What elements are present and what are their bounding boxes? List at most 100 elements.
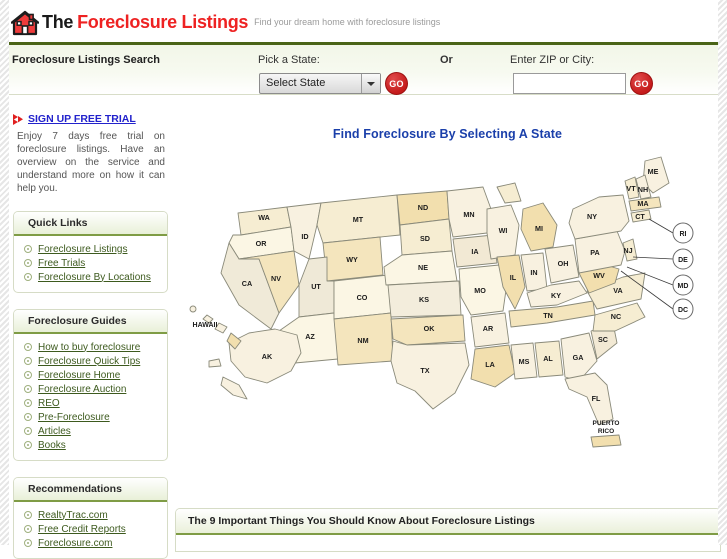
sidebar-item-foreclosure-listings[interactable]: Foreclosure Listings xyxy=(14,242,167,256)
label-NM: NM xyxy=(357,336,368,345)
sidebar-item-foreclosure-home[interactable]: Foreclosure Home xyxy=(14,368,167,382)
us-map[interactable]: WA OR CA NV ID MT WY UT AZ CO NM ND SD N… xyxy=(175,147,720,457)
label-TX: TX xyxy=(420,366,429,375)
zip-go-button[interactable]: GO xyxy=(630,72,653,95)
sidebar-link-label: Free Trials xyxy=(38,257,86,269)
circle-bullet-icon xyxy=(24,259,32,267)
sidebar-link-label: Articles xyxy=(38,425,71,437)
panel-quick-links: Quick Links Foreclosure Listings Free Tr… xyxy=(13,211,168,293)
label-VT: VT xyxy=(626,184,636,193)
zip-input[interactable] xyxy=(513,73,626,94)
label-RI: RI xyxy=(680,231,687,238)
brand-tagline: Find your dream home with foreclosure li… xyxy=(254,16,441,27)
sidebar-item-foreclosure-com[interactable]: Foreclosure.com xyxy=(14,536,167,550)
sidebar-item-free-credit-reports[interactable]: Free Credit Reports xyxy=(14,522,167,536)
sidebar-item-reo[interactable]: REO xyxy=(14,396,167,410)
label-MD: MD xyxy=(678,283,689,290)
bottom-panel-title: The 9 Important Things You Should Know A… xyxy=(176,509,720,535)
label-OR: OR xyxy=(256,239,268,248)
label-LA: LA xyxy=(485,360,495,369)
label-GA: GA xyxy=(573,353,584,362)
sidebar-link-label: REO xyxy=(38,397,60,409)
panel-body-quick-links: Foreclosure Listings Free Trials Foreclo… xyxy=(14,236,167,292)
label-CT: CT xyxy=(635,212,645,221)
sidebar-link-label: Free Credit Reports xyxy=(38,523,126,535)
panel-important-things: The 9 Important Things You Should Know A… xyxy=(175,508,721,552)
state-AK-islands[interactable] xyxy=(208,358,222,368)
sidebar-item-foreclosure-quick-tips[interactable]: Foreclosure Quick Tips xyxy=(14,354,167,368)
sidebar-link-label: Pre-Foreclosure xyxy=(38,411,110,423)
circle-bullet-icon xyxy=(24,245,32,253)
label-AK: AK xyxy=(262,352,273,361)
label-IN: IN xyxy=(530,268,537,277)
sidebar-item-books[interactable]: Books xyxy=(14,438,167,452)
label-UT: UT xyxy=(311,282,321,291)
hawaii-island-1[interactable] xyxy=(189,305,197,313)
search-section-title: Foreclosure Listings Search xyxy=(12,54,160,66)
state-AK-peninsula[interactable] xyxy=(220,376,248,400)
state-go-button[interactable]: GO xyxy=(385,72,408,95)
sidebar-item-foreclosure-by-locations[interactable]: Foreclosure By Locations xyxy=(14,270,167,284)
sidebar-item-free-trials[interactable]: Free Trials xyxy=(14,256,167,270)
left-edge-texture xyxy=(0,0,9,545)
state-select[interactable]: Select State xyxy=(259,73,381,94)
sidebar-item-foreclosure-auction[interactable]: Foreclosure Auction xyxy=(14,382,167,396)
sidebar-link-label: Foreclosure Quick Tips xyxy=(38,355,141,367)
label-ID: ID xyxy=(301,232,308,241)
label-ND: ND xyxy=(418,203,428,212)
panel-title-quick-links: Quick Links xyxy=(14,212,167,236)
brand-name: Foreclosure Listings xyxy=(77,12,249,32)
label-MO: MO xyxy=(474,286,486,295)
sidebar-link-label: Foreclosure Auction xyxy=(38,383,127,395)
label-NE: NE xyxy=(418,263,428,272)
label-AZ: AZ xyxy=(305,332,315,341)
page-title: Find Foreclosure By Selecting A State xyxy=(332,127,563,141)
brand-the: The xyxy=(42,12,74,32)
label-AR: AR xyxy=(483,324,494,333)
main-content: Find Foreclosure By Selecting A State WA… xyxy=(175,105,720,457)
sidebar-link-label: Foreclosure By Locations xyxy=(38,271,151,283)
label-IL: IL xyxy=(510,273,517,282)
sidebar-link-label: Foreclosure Home xyxy=(38,369,121,381)
label-KS: KS xyxy=(419,295,429,304)
label-MT: MT xyxy=(353,215,364,224)
chevron-down-icon[interactable] xyxy=(361,74,380,93)
label-CO: CO xyxy=(357,293,368,302)
circle-bullet-icon xyxy=(24,525,32,533)
state-TX[interactable] xyxy=(390,340,470,410)
puerto-rico[interactable] xyxy=(590,434,622,448)
zip-or-city-label: Enter ZIP or City: xyxy=(510,54,595,66)
sidebar-item-articles[interactable]: Articles xyxy=(14,424,167,438)
label-IA: IA xyxy=(471,247,478,256)
label-NV: NV xyxy=(271,274,281,283)
label-WV: WV xyxy=(593,271,605,280)
label-OK: OK xyxy=(424,324,436,333)
signup-free-trial-row[interactable]: SIGN UP FREE TRIAL xyxy=(9,105,171,125)
label-NJ: NJ xyxy=(623,246,632,255)
or-label: Or xyxy=(440,54,453,66)
logo-row[interactable]: The Foreclosure Listings Find your dream… xyxy=(9,0,727,45)
page-root: The Foreclosure Listings Find your dream… xyxy=(0,0,727,559)
circle-bullet-icon xyxy=(24,441,32,449)
label-SC: SC xyxy=(598,335,608,344)
label-MN: MN xyxy=(463,210,474,219)
circle-bullet-icon xyxy=(24,371,32,379)
label-HAWAII: HAWAII xyxy=(193,322,218,329)
label-FL: FL xyxy=(592,394,601,403)
sidebar-item-pre-foreclosure[interactable]: Pre-Foreclosure xyxy=(14,410,167,424)
label-ME: ME xyxy=(648,167,659,176)
sidebar-item-how-to-buy-foreclosure[interactable]: How to buy foreclosure xyxy=(14,340,167,354)
state-MI-upper[interactable] xyxy=(496,182,522,204)
us-map-svg[interactable]: WA OR CA NV ID MT WY UT AZ CO NM ND SD N… xyxy=(175,147,720,457)
right-edge-texture xyxy=(718,0,727,545)
sidebar: SIGN UP FREE TRIAL Enjoy 7 days free tri… xyxy=(9,105,171,559)
label-NH: NH xyxy=(638,185,648,194)
sidebar-item-realtytrac[interactable]: RealtyTrac.com xyxy=(14,508,167,522)
panel-body-recommendations: RealtyTrac.com Free Credit Reports Forec… xyxy=(14,502,167,558)
state-FL[interactable] xyxy=(564,372,614,426)
label-TN: TN xyxy=(543,311,553,320)
signup-free-trial-link[interactable]: SIGN UP FREE TRIAL xyxy=(28,113,136,125)
state-NY[interactable] xyxy=(568,194,630,240)
circle-bullet-icon xyxy=(24,399,32,407)
label-MA: MA xyxy=(637,199,648,208)
